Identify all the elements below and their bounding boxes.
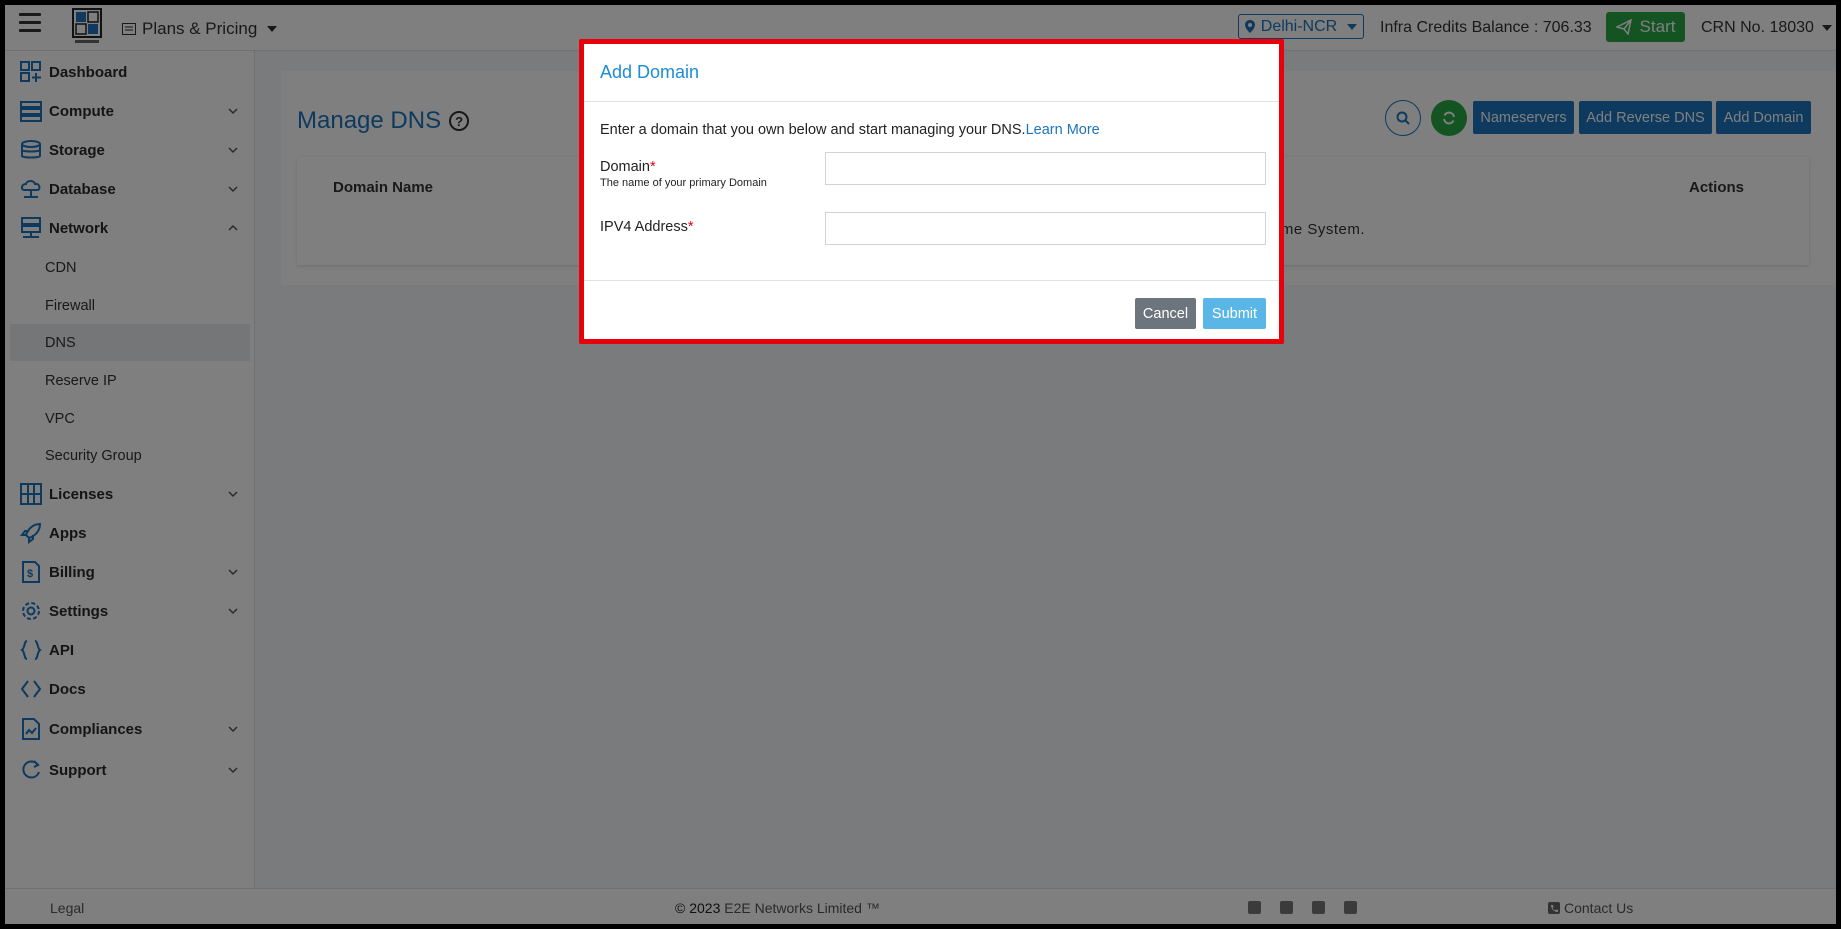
submit-button[interactable]: Submit <box>1203 298 1266 329</box>
modal-intro-text: Enter a domain that you own below and st… <box>600 122 1026 138</box>
cancel-button[interactable]: Cancel <box>1135 298 1196 329</box>
modal-footer-divider <box>584 280 1279 281</box>
domain-field-hint: The name of your primary Domain <box>600 177 767 189</box>
ipv4-input[interactable] <box>825 212 1266 245</box>
modal-intro: Enter a domain that you own below and st… <box>600 122 1100 138</box>
modal-header: Add Domain <box>584 44 1279 102</box>
modal-title: Add Domain <box>600 62 700 82</box>
required-asterisk: * <box>649 159 656 175</box>
required-asterisk: * <box>687 219 694 235</box>
ipv4-label-text: IPV4 Address <box>600 219 688 235</box>
domain-field-label: Domain* <box>600 159 656 175</box>
domain-label-text: Domain <box>600 159 650 175</box>
learn-more-link[interactable]: Learn More <box>1026 122 1100 138</box>
domain-input[interactable] <box>825 152 1266 185</box>
add-domain-modal: Add Domain Enter a domain that you own b… <box>579 39 1284 344</box>
app-window: Plans & Pricing Delhi-NCR Infra Credits … <box>5 5 1836 924</box>
ipv4-field-label: IPV4 Address* <box>600 219 694 235</box>
